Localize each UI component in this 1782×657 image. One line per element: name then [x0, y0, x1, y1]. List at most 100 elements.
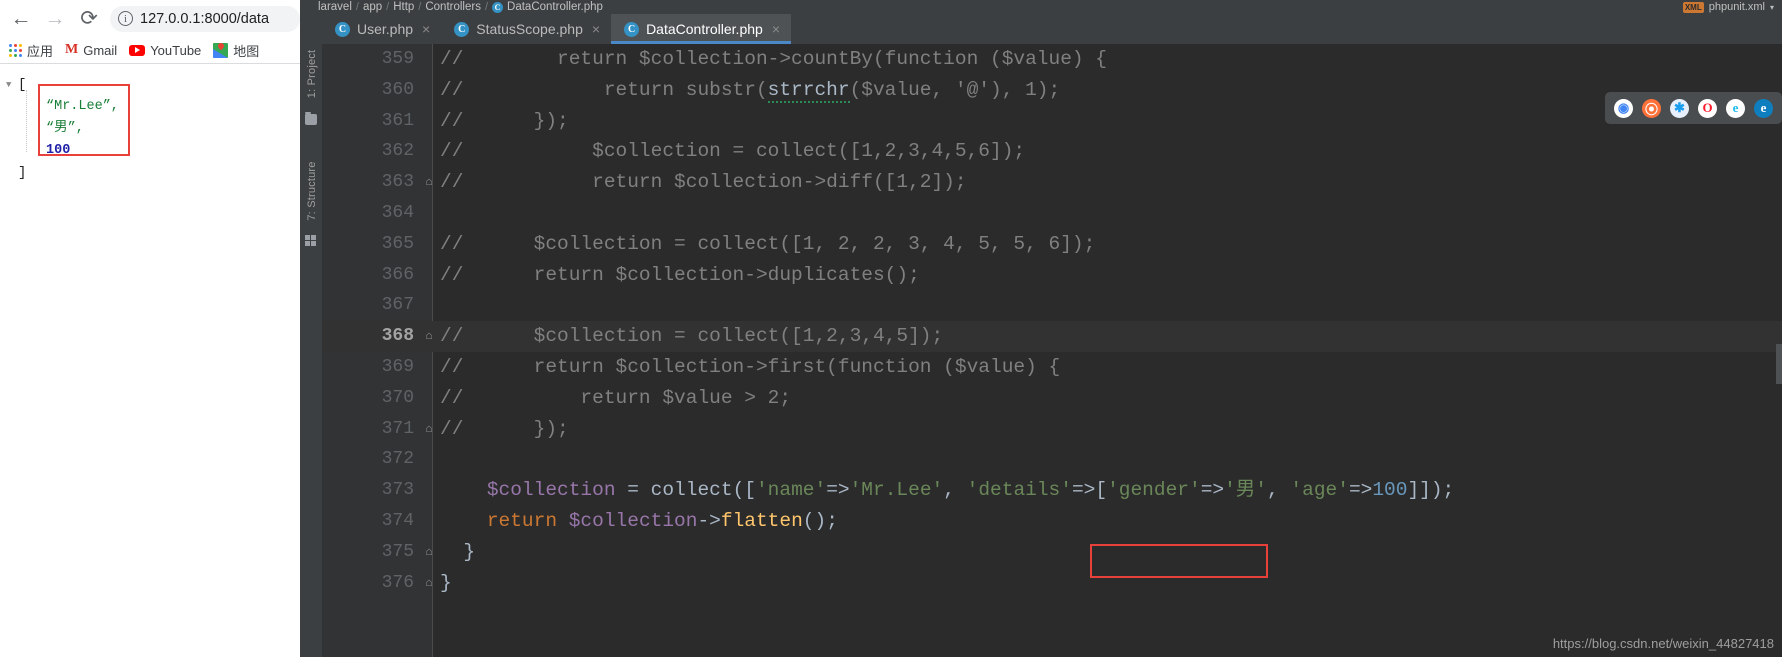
code-text: return $collection->flatten();	[440, 506, 1782, 537]
close-icon[interactable]: ×	[772, 21, 780, 37]
line-number: 362	[381, 141, 414, 162]
code-token: '男'	[1224, 479, 1268, 502]
code-fold-icon[interactable]: ⌂	[422, 167, 436, 198]
code-token: $collection	[568, 509, 698, 532]
bookmark-apps[interactable]: 应用	[3, 41, 59, 60]
code-text: // return $collection->first(function ($…	[440, 352, 1782, 383]
breadcrumb-item-laravel[interactable]: laravel	[318, 1, 352, 13]
line-number: 372	[381, 449, 414, 470]
back-icon[interactable]: ←	[4, 2, 38, 36]
code-token: //	[440, 140, 464, 163]
code-text: // return substr(strrchr($value, '@'), 1…	[440, 75, 1782, 106]
breadcrumb-item-http[interactable]: Http	[393, 1, 414, 13]
chrome-browser-window: ← → ⟳ i 127.0.0.1:8000/data 应用 M Gmail Y…	[0, 0, 300, 657]
chevron-down-icon[interactable]: ▾	[1770, 3, 1774, 12]
code-line[interactable]: 374 return $collection->flatten();	[322, 506, 1782, 537]
forward-icon[interactable]: →	[38, 2, 72, 36]
code-fold-icon[interactable]: ⌂	[422, 568, 436, 599]
close-icon[interactable]: ×	[422, 21, 430, 37]
browser-launcher-popup[interactable]: ◉ ⦿ ✱ O e e	[1605, 92, 1782, 124]
bookmark-maps[interactable]: 地图	[207, 41, 265, 60]
code-fold-icon[interactable]: ⌂	[422, 537, 436, 568]
code-line[interactable]: 360 // return substr(strrchr($value, '@')…	[322, 75, 1782, 106]
tab-datacontroller-php[interactable]: C DataController.php ×	[611, 14, 791, 44]
scrollbar-thumb[interactable]	[1776, 344, 1782, 384]
code-token: return substr(	[463, 78, 768, 101]
editor-tab-bar: C User.php × C StatusScope.php × C DataC…	[300, 14, 1782, 44]
tab-user-php[interactable]: C User.php ×	[322, 14, 441, 44]
code-token: strrchr	[767, 78, 850, 103]
code-line[interactable]: 371 ⌂// });	[322, 414, 1782, 445]
code-text: // return $collection->duplicates();	[440, 260, 1782, 291]
code-token: //	[440, 78, 464, 101]
tab-statusscope-php[interactable]: C StatusScope.php ×	[441, 14, 611, 44]
code-line[interactable]: 362 // $collection = collect([1,2,3,4,5,6…	[322, 136, 1782, 167]
code-line[interactable]: 365 // $collection = collect([1, 2, 2, 3,…	[322, 229, 1782, 260]
site-info-icon[interactable]: i	[118, 11, 133, 26]
chrome-icon[interactable]: ◉	[1614, 98, 1633, 118]
code-text: // });	[440, 414, 1782, 445]
ie-icon[interactable]: e	[1726, 98, 1745, 118]
line-number: 371	[381, 418, 414, 439]
run-config-name: phpunit.xml	[1708, 1, 1765, 13]
code-line[interactable]: 368 ⌂// $collection = collect([1,2,3,4,5]…	[322, 321, 1782, 352]
address-bar[interactable]: i 127.0.0.1:8000/data	[110, 5, 300, 32]
google-maps-icon	[213, 42, 229, 58]
breadcrumb-item-controllers[interactable]: Controllers	[425, 1, 481, 13]
code-token: //	[440, 109, 464, 132]
opera-icon[interactable]: O	[1698, 98, 1717, 118]
line-number: 361	[381, 110, 414, 131]
code-line[interactable]: 370 // return $value > 2;	[322, 383, 1782, 414]
reload-icon[interactable]: ⟳	[72, 2, 106, 36]
code-line[interactable]: 372	[322, 444, 1782, 475]
code-line[interactable]: 367	[322, 290, 1782, 321]
safari-icon[interactable]: ✱	[1670, 98, 1689, 118]
run-configuration-selector[interactable]: XML phpunit.xml ▾	[1682, 0, 1774, 14]
php-class-icon: C	[492, 1, 504, 13]
breadcrumb-separator: /	[386, 1, 390, 13]
code-fold-icon[interactable]: ⌂	[422, 414, 436, 445]
code-fold-icon[interactable]: ⌂	[422, 321, 436, 352]
collapse-triangle-icon[interactable]: ▼	[6, 74, 18, 96]
apps-grid-icon	[9, 43, 22, 57]
code-line[interactable]: 361 // });	[322, 106, 1782, 137]
close-icon[interactable]: ×	[592, 21, 600, 37]
code-line[interactable]: 375 ⌂ }	[322, 537, 1782, 568]
bookmark-gmail[interactable]: M Gmail	[59, 43, 123, 58]
code-line[interactable]: 366 // return $collection->duplicates();	[322, 260, 1782, 291]
code-line[interactable]: 363 ⌂// return $collection->diff([1,2]);	[322, 167, 1782, 198]
code-lines[interactable]: 359 // return $collection->countBy(functi…	[322, 44, 1782, 657]
php-class-icon: C	[454, 21, 470, 37]
line-number: 365	[381, 233, 414, 254]
code-line[interactable]: 376 ⌂}	[322, 568, 1782, 599]
breadcrumb-file-label: DataController.php	[507, 1, 603, 13]
bookmarks-bar: 应用 M Gmail YouTube 地图	[0, 37, 300, 64]
sidebar-item-project[interactable]: 1: Project	[306, 43, 318, 105]
code-token: return $collection->countBy(function ($v…	[463, 48, 1108, 70]
code-line[interactable]: 364	[322, 198, 1782, 229]
grid-icon[interactable]	[305, 235, 317, 246]
breadcrumb-item-file[interactable]: C DataController.php	[492, 1, 603, 13]
code-token: ->	[697, 509, 721, 532]
line-number: 374	[381, 510, 414, 531]
code-token: ([	[732, 479, 756, 502]
code-token: });	[463, 109, 569, 132]
code-token: return $collection->first(function ($val…	[463, 355, 1061, 378]
code-line[interactable]: 359 // return $collection->countBy(functi…	[322, 44, 1782, 75]
code-line[interactable]: 373 $collection = collect(['name'=>'Mr.L…	[322, 475, 1782, 506]
firefox-icon[interactable]: ⦿	[1642, 98, 1661, 118]
code-line[interactable]: 369 // return $collection->first(function…	[322, 352, 1782, 383]
code-token: return $value > 2;	[463, 386, 792, 409]
line-number: 369	[381, 356, 414, 377]
line-number: 366	[381, 264, 414, 285]
breadcrumb-item-app[interactable]: app	[363, 1, 382, 13]
folder-icon[interactable]	[305, 114, 317, 125]
code-editor[interactable]: 359 // return $collection->countBy(functi…	[322, 44, 1782, 657]
code-token: =>[	[1071, 479, 1108, 502]
code-token: ($value, '@'), 1);	[849, 78, 1061, 101]
breadcrumb-separator: /	[484, 1, 489, 13]
edge-icon[interactable]: e	[1754, 98, 1773, 118]
sidebar-item-structure[interactable]: 7: Structure	[306, 160, 318, 222]
bookmark-youtube[interactable]: YouTube	[123, 43, 207, 58]
